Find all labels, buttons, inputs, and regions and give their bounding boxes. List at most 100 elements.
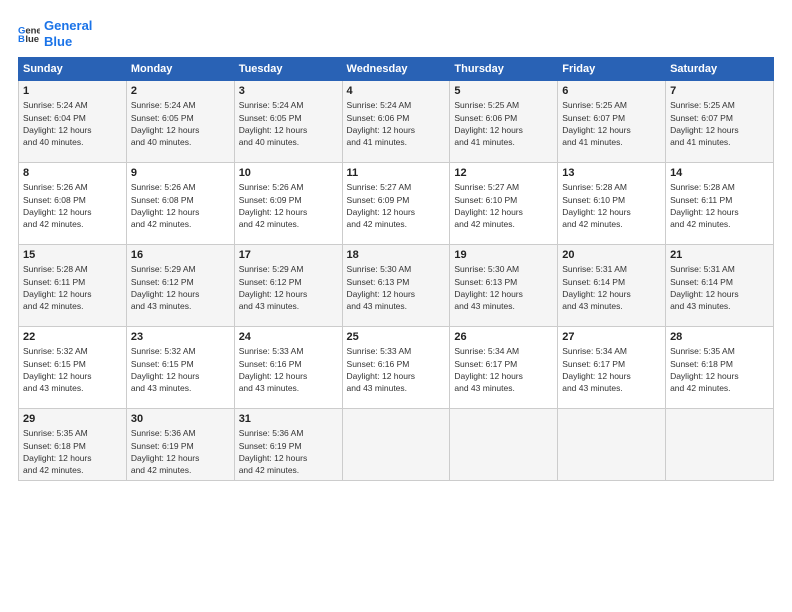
day-cell: 10 Sunrise: 5:26 AMSunset: 6:09 PMDayligh… — [234, 163, 342, 245]
day-cell: 25Sunrise: 5:33 AMSunset: 6:16 PMDayligh… — [342, 327, 450, 409]
week-row-1: 1 Sunrise: 5:24 AMSunset: 6:04 PMDaylight… — [19, 81, 774, 163]
week-row-3: 15 Sunrise: 5:28 AMSunset: 6:11 PMDayligh… — [19, 245, 774, 327]
day-detail: Sunrise: 5:28 AMSunset: 6:11 PMDaylight:… — [23, 264, 92, 311]
header-thursday: Thursday — [450, 58, 558, 81]
day-number: 14 — [670, 167, 769, 179]
day-detail: Sunrise: 5:28 AMSunset: 6:10 PMDaylight:… — [562, 182, 631, 229]
day-number: 18 — [347, 249, 446, 261]
day-cell: 20Sunrise: 5:31 AMSunset: 6:14 PMDayligh… — [558, 245, 666, 327]
day-detail: Sunrise: 5:32 AMSunset: 6:15 PMDaylight:… — [131, 346, 200, 393]
day-cell: 30Sunrise: 5:36 AMSunset: 6:19 PMDayligh… — [126, 409, 234, 481]
day-cell: 23 Sunrise: 5:32 AMSunset: 6:15 PMDayligh… — [126, 327, 234, 409]
day-number: 11 — [347, 167, 446, 179]
day-number: 25 — [347, 331, 446, 343]
day-number: 31 — [239, 413, 338, 425]
week-row-2: 8 Sunrise: 5:26 AMSunset: 6:08 PMDaylight… — [19, 163, 774, 245]
day-number: 28 — [670, 331, 769, 343]
day-cell: 27 Sunrise: 5:34 AMSunset: 6:17 PMDayligh… — [558, 327, 666, 409]
day-number: 4 — [347, 85, 446, 97]
day-cell: 24 Sunrise: 5:33 AMSunset: 6:16 PMDayligh… — [234, 327, 342, 409]
day-cell: 7 Sunrise: 5:25 AMSunset: 6:07 PMDaylight… — [666, 81, 774, 163]
day-cell: 21 Sunrise: 5:31 AMSunset: 6:14 PMDayligh… — [666, 245, 774, 327]
day-cell: 12Sunrise: 5:27 AMSunset: 6:10 PMDayligh… — [450, 163, 558, 245]
header-friday: Friday — [558, 58, 666, 81]
day-detail: Sunrise: 5:25 AMSunset: 6:07 PMDaylight:… — [670, 100, 739, 147]
day-cell: 29 Sunrise: 5:35 AMSunset: 6:18 PMDayligh… — [19, 409, 127, 481]
day-detail: Sunrise: 5:24 AMSunset: 6:05 PMDaylight:… — [131, 100, 200, 147]
day-cell: 31 Sunrise: 5:36 AMSunset: 6:19 PMDayligh… — [234, 409, 342, 481]
day-number: 23 — [131, 331, 230, 343]
header-saturday: Saturday — [666, 58, 774, 81]
day-number: 15 — [23, 249, 122, 261]
week-row-4: 22 Sunrise: 5:32 AMSunset: 6:15 PMDayligh… — [19, 327, 774, 409]
day-cell: 2 Sunrise: 5:24 AMSunset: 6:05 PMDaylight… — [126, 81, 234, 163]
day-detail: Sunrise: 5:24 AMSunset: 6:04 PMDaylight:… — [23, 100, 92, 147]
day-detail: Sunrise: 5:30 AMSunset: 6:13 PMDaylight:… — [347, 264, 416, 311]
day-cell: 5Sunrise: 5:25 AMSunset: 6:06 PMDaylight… — [450, 81, 558, 163]
day-cell: 19 Sunrise: 5:30 AMSunset: 6:13 PMDayligh… — [450, 245, 558, 327]
day-detail: Sunrise: 5:26 AMSunset: 6:08 PMDaylight:… — [23, 182, 92, 229]
day-cell: 3 Sunrise: 5:24 AMSunset: 6:05 PMDaylight… — [234, 81, 342, 163]
day-detail: Sunrise: 5:35 AMSunset: 6:18 PMDaylight:… — [670, 346, 739, 393]
day-detail: Sunrise: 5:31 AMSunset: 6:14 PMDaylight:… — [670, 264, 739, 311]
day-number: 1 — [23, 85, 122, 97]
day-detail: Sunrise: 5:33 AMSunset: 6:16 PMDaylight:… — [239, 346, 308, 393]
day-detail: Sunrise: 5:30 AMSunset: 6:13 PMDaylight:… — [454, 264, 523, 311]
day-detail: Sunrise: 5:29 AMSunset: 6:12 PMDaylight:… — [131, 264, 200, 311]
day-cell: 11Sunrise: 5:27 AMSunset: 6:09 PMDayligh… — [342, 163, 450, 245]
logo: G eneral B lue General Blue — [18, 18, 92, 49]
day-number: 26 — [454, 331, 553, 343]
day-number: 24 — [239, 331, 338, 343]
header-wednesday: Wednesday — [342, 58, 450, 81]
svg-text:lue: lue — [25, 34, 39, 45]
day-cell: 16 Sunrise: 5:29 AMSunset: 6:12 PMDayligh… — [126, 245, 234, 327]
day-detail: Sunrise: 5:34 AMSunset: 6:17 PMDaylight:… — [562, 346, 631, 393]
day-cell: 9 Sunrise: 5:26 AMSunset: 6:08 PMDaylight… — [126, 163, 234, 245]
logo-blue: Blue — [44, 34, 92, 50]
day-number: 6 — [562, 85, 661, 97]
day-cell: 6 Sunrise: 5:25 AMSunset: 6:07 PMDaylight… — [558, 81, 666, 163]
day-number: 22 — [23, 331, 122, 343]
day-cell — [558, 409, 666, 481]
week-row-5: 29 Sunrise: 5:35 AMSunset: 6:18 PMDayligh… — [19, 409, 774, 481]
day-cell — [342, 409, 450, 481]
day-number: 16 — [131, 249, 230, 261]
day-detail: Sunrise: 5:26 AMSunset: 6:08 PMDaylight:… — [131, 182, 200, 229]
day-number: 10 — [239, 167, 338, 179]
day-number: 3 — [239, 85, 338, 97]
day-number: 21 — [670, 249, 769, 261]
day-number: 2 — [131, 85, 230, 97]
day-detail: Sunrise: 5:29 AMSunset: 6:12 PMDaylight:… — [239, 264, 308, 311]
header-tuesday: Tuesday — [234, 58, 342, 81]
day-cell — [450, 409, 558, 481]
day-number: 9 — [131, 167, 230, 179]
day-detail: Sunrise: 5:34 AMSunset: 6:17 PMDaylight:… — [454, 346, 523, 393]
calendar-table: SundayMondayTuesdayWednesdayThursdayFrid… — [18, 57, 774, 481]
header-row: G eneral B lue General Blue — [18, 18, 774, 49]
day-number: 29 — [23, 413, 122, 425]
day-cell: 28 Sunrise: 5:35 AMSunset: 6:18 PMDayligh… — [666, 327, 774, 409]
day-cell: 13Sunrise: 5:28 AMSunset: 6:10 PMDayligh… — [558, 163, 666, 245]
svg-text:B: B — [18, 34, 25, 45]
day-detail: Sunrise: 5:24 AMSunset: 6:05 PMDaylight:… — [239, 100, 308, 147]
day-number: 19 — [454, 249, 553, 261]
day-detail: Sunrise: 5:26 AMSunset: 6:09 PMDaylight:… — [239, 182, 308, 229]
day-cell: 1 Sunrise: 5:24 AMSunset: 6:04 PMDaylight… — [19, 81, 127, 163]
day-number: 27 — [562, 331, 661, 343]
day-number: 12 — [454, 167, 553, 179]
day-detail: Sunrise: 5:25 AMSunset: 6:06 PMDaylight:… — [454, 100, 523, 147]
day-cell: 4 Sunrise: 5:24 AMSunset: 6:06 PMDaylight… — [342, 81, 450, 163]
day-cell: 22Sunrise: 5:32 AMSunset: 6:15 PMDayligh… — [19, 327, 127, 409]
day-cell: 14Sunrise: 5:28 AMSunset: 6:11 PMDayligh… — [666, 163, 774, 245]
day-detail: Sunrise: 5:35 AMSunset: 6:18 PMDaylight:… — [23, 428, 92, 475]
calendar-container: G eneral B lue General Blue SundayMonday… — [0, 0, 792, 612]
day-detail: Sunrise: 5:36 AMSunset: 6:19 PMDaylight:… — [239, 428, 308, 475]
day-cell: 15 Sunrise: 5:28 AMSunset: 6:11 PMDayligh… — [19, 245, 127, 327]
logo-general: General — [44, 18, 92, 34]
day-detail: Sunrise: 5:25 AMSunset: 6:07 PMDaylight:… — [562, 100, 631, 147]
day-number: 7 — [670, 85, 769, 97]
day-detail: Sunrise: 5:24 AMSunset: 6:06 PMDaylight:… — [347, 100, 416, 147]
day-detail: Sunrise: 5:31 AMSunset: 6:14 PMDaylight:… — [562, 264, 631, 311]
day-number: 8 — [23, 167, 122, 179]
day-cell: 8 Sunrise: 5:26 AMSunset: 6:08 PMDaylight… — [19, 163, 127, 245]
